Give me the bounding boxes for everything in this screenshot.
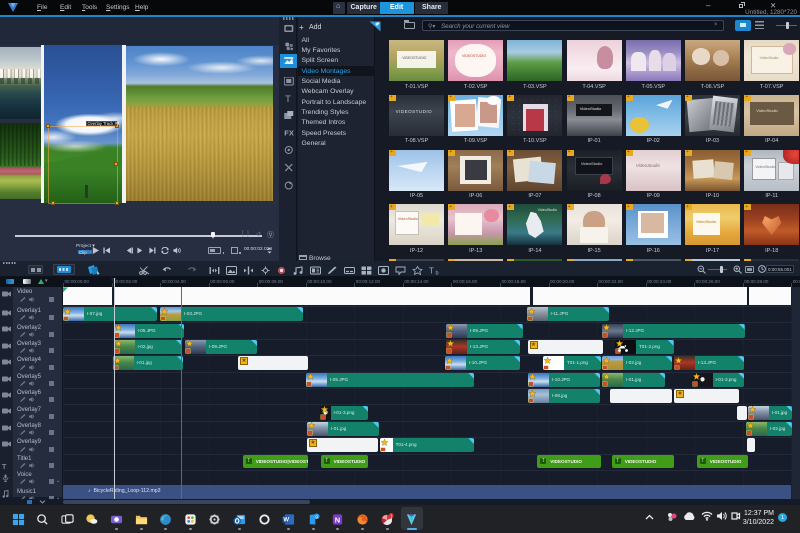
svg-text:9: 9 [315,514,318,519]
svg-text:FX: FX [284,129,294,138]
svg-text:b: b [436,270,439,275]
svg-text:T: T [429,266,434,275]
svg-text:N: N [335,515,340,524]
svg-text:T: T [285,94,291,103]
svg-text:W: W [283,517,289,523]
